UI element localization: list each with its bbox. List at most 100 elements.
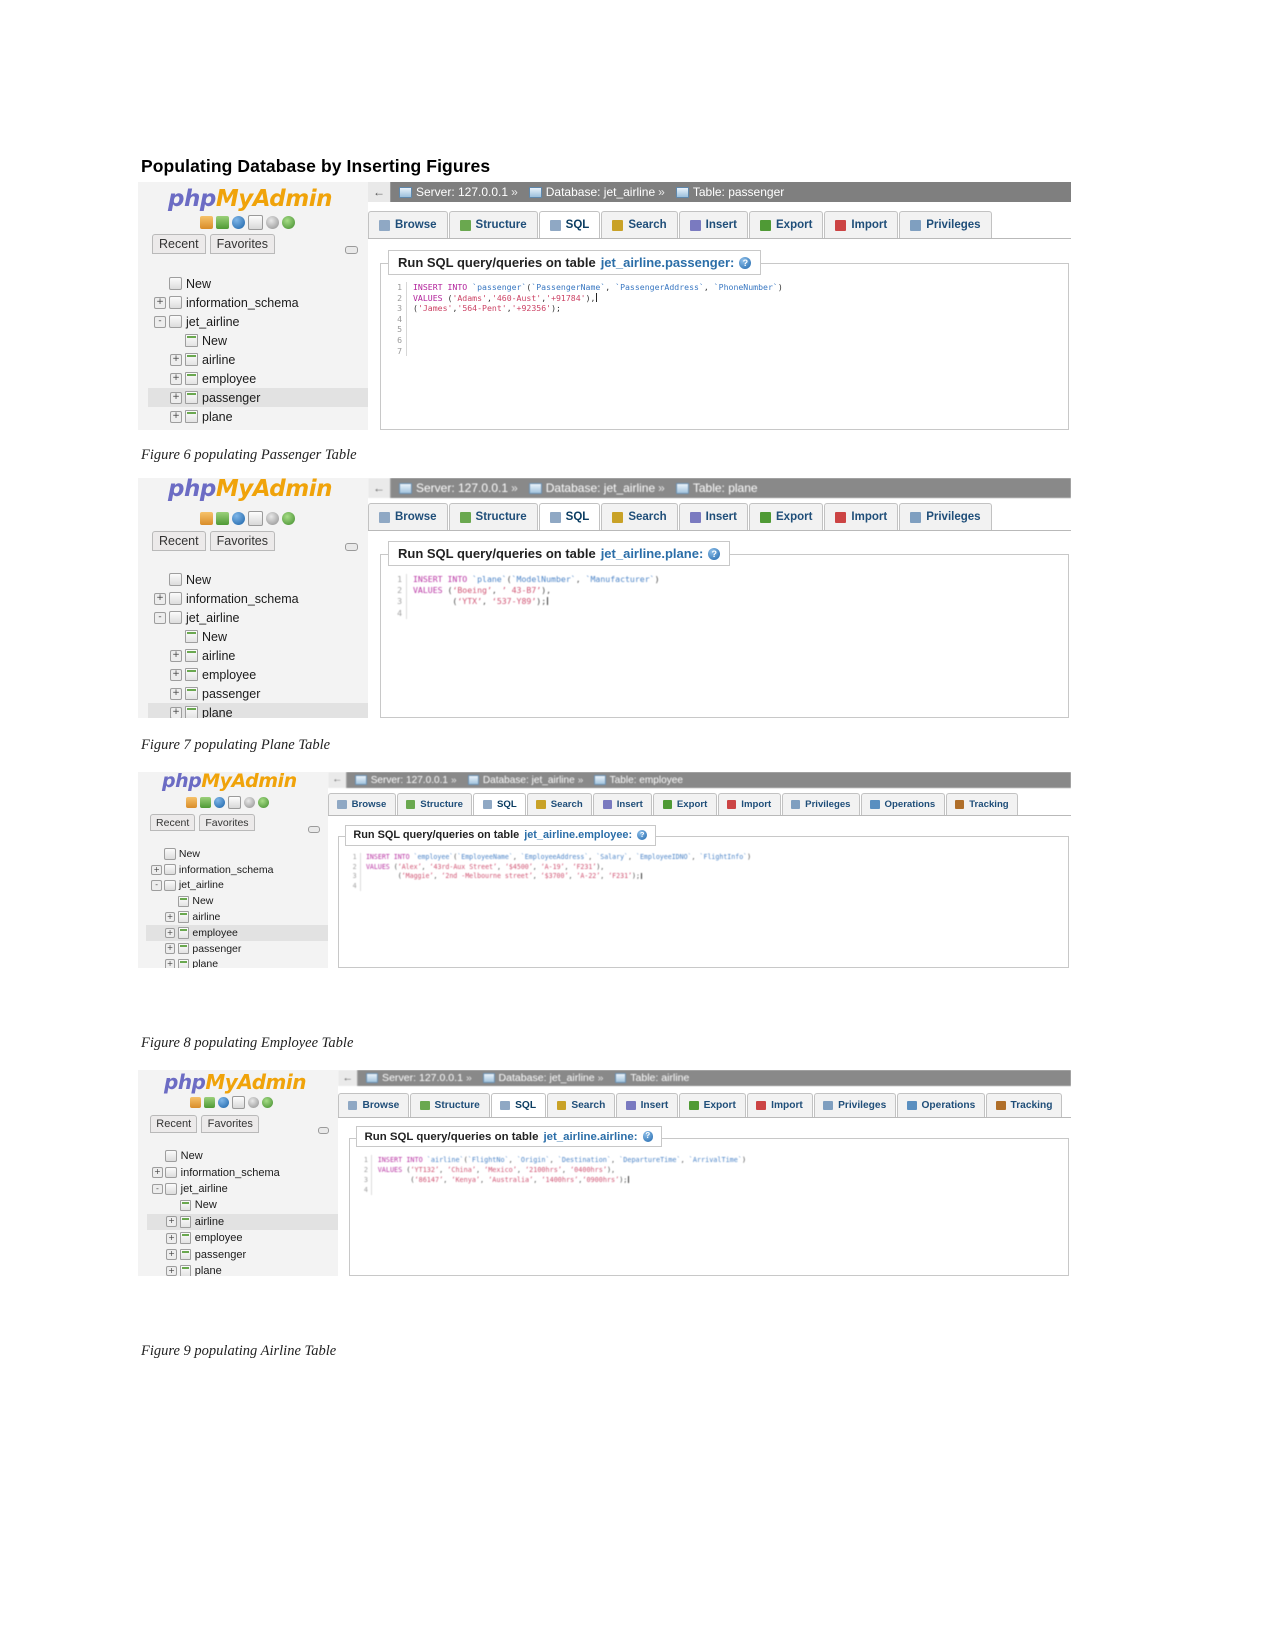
tab-sql[interactable]: SQL [473,793,527,815]
breadcrumb-table[interactable]: Table: passenger [693,185,784,199]
toggle-navigation-icon[interactable] [345,543,358,551]
tree-item-employee[interactable]: + employee [148,665,368,684]
tree-item-employee[interactable]: + employee [147,1230,338,1246]
tree-item-airline[interactable]: + airline [148,350,368,369]
expand-toggle-icon[interactable]: + [170,706,182,718]
expand-toggle-icon[interactable]: + [170,649,182,662]
expand-toggle-icon[interactable]: + [154,296,166,309]
expand-toggle-icon[interactable]: + [170,687,182,700]
tree-item-employee[interactable]: + employee [148,369,368,388]
help-icon[interactable] [214,797,225,808]
tree-item-passenger[interactable]: + passenger [147,1246,338,1262]
tab-insert[interactable]: Insert [593,793,653,815]
tab-import[interactable]: Import [717,793,781,815]
breadcrumb-database[interactable]: Database: jet_airline [546,185,655,199]
tree-item-jet_airline[interactable]: - jet_airline [148,312,368,331]
tree-item-new[interactable]: New [147,1148,338,1164]
expand-toggle-icon[interactable]: + [164,943,176,954]
sql-legend-table[interactable]: jet_airline.plane: [601,546,704,561]
help-icon[interactable] [218,1097,229,1108]
tree-item-airline[interactable]: + airline [148,646,368,665]
tab-privileges[interactable]: Privileges [899,503,992,530]
expand-toggle-icon[interactable]: + [164,927,176,939]
tab-structure[interactable]: Structure [448,211,538,238]
tab-privileges[interactable]: Privileges [899,211,992,238]
expand-toggle-icon[interactable]: + [164,959,176,968]
collapse-toggle-icon[interactable]: - [151,880,162,891]
refresh-icon[interactable] [262,1097,273,1108]
tree-item-new-table[interactable]: New [148,331,368,350]
sql-code[interactable]: INSERT INTO `passenger`(`PassengerName`,… [407,282,783,356]
sidebar-tab-recent[interactable]: Recent [150,1115,198,1133]
back-button[interactable]: ← [338,1070,359,1086]
sidebar-tab-recent[interactable]: Recent [152,234,206,254]
back-button[interactable]: ← [368,182,391,202]
tab-insert[interactable]: Insert [678,211,748,238]
phpmyadmin-logo[interactable]: phpMyAdmin [168,186,332,212]
settings-icon[interactable] [244,797,255,808]
tab-sql[interactable]: SQL [490,1093,546,1117]
tree-item-passenger[interactable]: + passenger [148,388,368,407]
home-icon[interactable] [190,1097,201,1108]
tab-browse[interactable]: Browse [368,211,448,238]
breadcrumb-database[interactable]: Database: jet_airline [499,1072,595,1084]
tree-item-new[interactable]: New [148,570,368,589]
home-icon[interactable] [200,216,213,229]
tab-import[interactable]: Import [824,211,899,238]
tree-item-information_schema[interactable]: + information_schema [146,862,328,878]
sql-editor[interactable]: 1 2 3 4 5 6 7 INSERT INTO `passenger`(`Passenge… [388,282,783,357]
expand-toggle-icon[interactable]: + [166,1249,177,1260]
tab-search[interactable]: Search [546,1093,616,1117]
exit-icon[interactable] [200,797,211,808]
tab-search[interactable]: Search [601,211,678,238]
collapse-toggle-icon[interactable]: - [152,1183,163,1195]
collapse-toggle-icon[interactable]: - [154,611,166,624]
breadcrumb-table[interactable]: Table: employee [610,775,683,786]
sql-editor[interactable]: 1 2 3 4 INSERT INTO `airline` (`FlightNo`, `O… [355,1155,746,1195]
sidebar-tab-favorites[interactable]: Favorites [209,234,276,254]
breadcrumb-server[interactable]: Server: 127.0.0.1 [416,185,508,199]
sql-legend-table[interactable]: jet_airline.airline: [543,1131,637,1143]
tab-export[interactable]: Export [749,503,824,530]
expand-toggle-icon[interactable]: + [151,864,162,875]
tab-search[interactable]: Search [601,503,678,530]
tree-item-new-table[interactable]: New [147,1197,338,1213]
docs-icon[interactable] [232,1096,245,1109]
tab-structure[interactable]: Structure [396,793,473,815]
sidebar-tab-recent[interactable]: Recent [150,814,196,832]
refresh-icon[interactable] [282,216,295,229]
expand-toggle-icon[interactable]: + [166,1265,177,1276]
expand-toggle-icon[interactable]: + [164,911,176,923]
expand-toggle-icon[interactable]: + [152,1167,163,1178]
breadcrumb-table[interactable]: Table: plane [693,481,758,495]
expand-toggle-icon[interactable]: + [154,592,166,605]
exit-icon[interactable] [204,1097,215,1108]
tree-item-new[interactable]: New [148,274,368,293]
expand-toggle-icon[interactable]: + [166,1232,177,1244]
tab-structure[interactable]: Structure [448,503,538,530]
phpmyadmin-logo[interactable]: phpMyAdmin [168,478,332,502]
tree-item-passenger[interactable]: + passenger [148,684,368,703]
help-icon[interactable]: ? [637,830,648,841]
help-icon[interactable]: ? [642,1131,654,1142]
docs-icon[interactable] [248,215,263,230]
tree-item-information_schema[interactable]: + information_schema [147,1164,338,1180]
tab-browse[interactable]: Browse [368,503,448,530]
sql-legend-table[interactable]: jet_airline.passenger: [601,255,735,270]
breadcrumb-database[interactable]: Database: jet_airline [546,481,655,495]
settings-icon[interactable] [266,512,279,525]
expand-toggle-icon[interactable]: + [166,1216,177,1228]
tree-item-plane[interactable]: + plane [148,407,368,426]
help-icon[interactable]: ? [708,547,721,560]
tree-item-plane[interactable]: + plane [146,957,328,968]
breadcrumb-database[interactable]: Database: jet_airline [483,775,575,786]
exit-icon[interactable] [216,512,229,525]
exit-icon[interactable] [216,216,229,229]
toggle-navigation-icon[interactable] [308,826,320,834]
tree-item-employee[interactable]: + employee [146,924,328,941]
tree-item-new-table[interactable]: New [146,893,328,909]
tree-item-airline[interactable]: + airline [146,909,328,925]
tab-tracking[interactable]: Tracking [986,1093,1063,1117]
sidebar-tab-recent[interactable]: Recent [152,531,206,551]
breadcrumb-server[interactable]: Server: 127.0.0.1 [416,481,508,495]
